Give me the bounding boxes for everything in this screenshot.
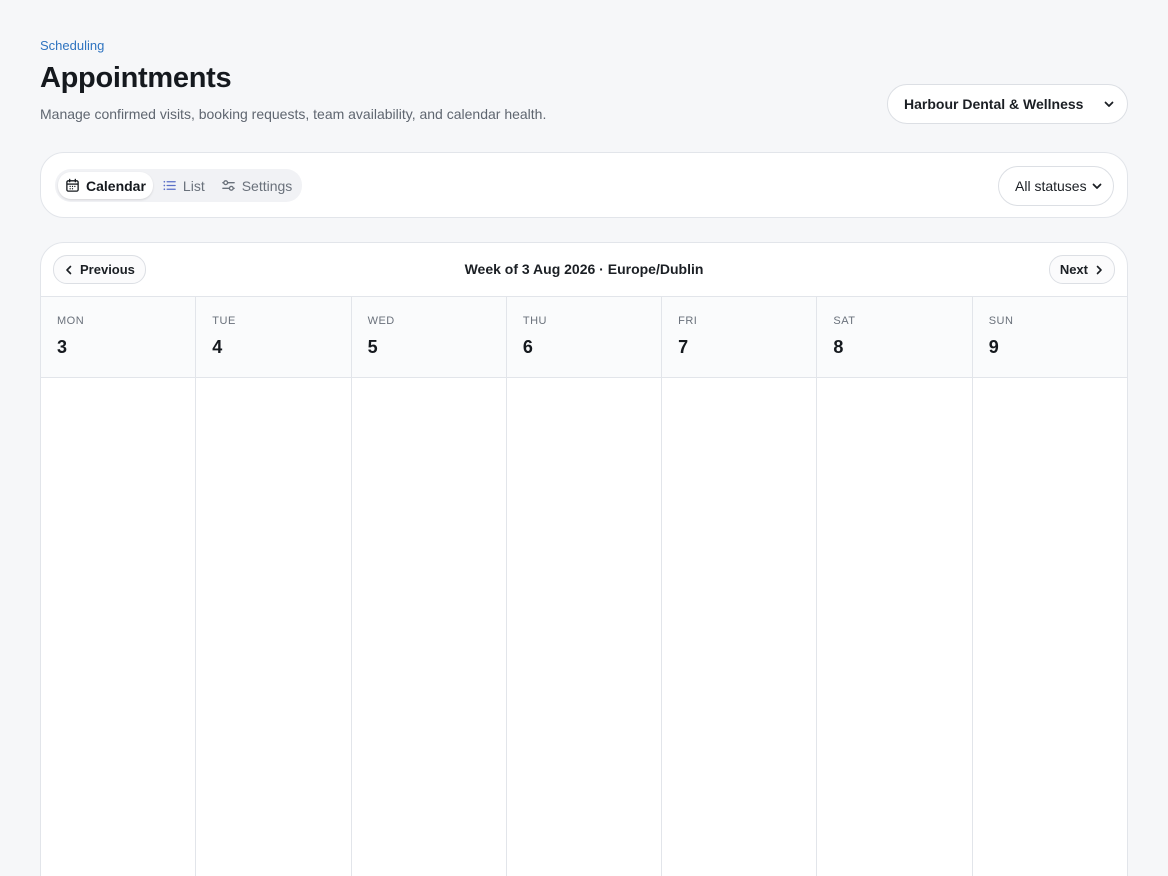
day-column-fri: FRI 7 bbox=[662, 297, 818, 876]
page-subtitle: Manage confirmed visits, booking request… bbox=[40, 106, 547, 122]
day-slot-area[interactable] bbox=[817, 378, 972, 876]
week-title: Week of 3 Aug 2026 · Europe/Dublin bbox=[464, 261, 704, 277]
breadcrumb-scheduling[interactable]: Scheduling bbox=[40, 38, 104, 53]
day-header: MON 3 bbox=[41, 297, 196, 378]
day-number: 4 bbox=[212, 337, 223, 357]
list-icon bbox=[163, 180, 176, 191]
day-of-week: SUN bbox=[988, 315, 1014, 327]
page-title: Appointments bbox=[40, 62, 232, 94]
day-of-week: FRI bbox=[678, 315, 698, 327]
day-column-sat: SAT 8 bbox=[817, 297, 973, 876]
day-columns: MON 3 TUE 4 WED 5 THU 6 FRI 7 SAT 8 SUN … bbox=[41, 297, 1127, 876]
day-column-tue: TUE 4 bbox=[196, 297, 352, 876]
tab-list[interactable]: List bbox=[155, 172, 212, 199]
chevron-down-icon bbox=[1104, 101, 1114, 107]
view-toolbar: Calendar List Settings All statuses bbox=[40, 152, 1128, 218]
day-number: 6 bbox=[522, 337, 533, 357]
day-of-week: TUE bbox=[212, 315, 236, 327]
day-column-mon: MON 3 bbox=[41, 297, 197, 876]
day-header: FRI 7 bbox=[662, 297, 817, 378]
day-column-wed: WED 5 bbox=[351, 297, 507, 876]
day-column-thu: THU 6 bbox=[506, 297, 663, 876]
next-week-label: Next bbox=[1059, 262, 1088, 277]
next-week-button[interactable]: Next bbox=[1048, 255, 1115, 284]
status-filter-select[interactable]: All statuses bbox=[998, 166, 1114, 206]
day-slot-area[interactable] bbox=[506, 378, 662, 876]
chevron-down-icon bbox=[1092, 183, 1102, 189]
day-number: 3 bbox=[57, 337, 68, 357]
calendar-icon bbox=[66, 178, 79, 192]
day-slot-area[interactable] bbox=[196, 378, 351, 876]
tab-calendar[interactable]: Calendar bbox=[58, 172, 153, 199]
tab-settings-label: Settings bbox=[241, 177, 293, 194]
chevron-right-icon bbox=[1096, 265, 1102, 274]
organization-select-value: Harbour Dental & Wellness bbox=[904, 96, 1084, 112]
tab-list-label: List bbox=[182, 177, 205, 194]
day-header: THU 6 bbox=[506, 297, 662, 378]
day-number: 8 bbox=[833, 337, 844, 357]
day-of-week: SAT bbox=[833, 315, 856, 327]
day-slot-area[interactable] bbox=[662, 378, 817, 876]
day-of-week: WED bbox=[367, 315, 395, 327]
day-slot-area[interactable] bbox=[41, 378, 196, 876]
day-column-sun: SUN 9 bbox=[972, 297, 1127, 876]
calendar-header: Previous Week of 3 Aug 2026 · Europe/Dub… bbox=[41, 243, 1127, 297]
view-tabs: Calendar List Settings bbox=[55, 169, 303, 202]
day-number: 5 bbox=[367, 337, 378, 357]
tab-calendar-label: Calendar bbox=[86, 177, 146, 194]
day-header: TUE 4 bbox=[196, 297, 351, 378]
day-number: 7 bbox=[678, 337, 689, 357]
day-header: SAT 8 bbox=[817, 297, 972, 378]
day-slot-area[interactable] bbox=[351, 378, 506, 876]
day-header: SUN 9 bbox=[972, 297, 1127, 378]
tab-settings[interactable]: Settings bbox=[214, 172, 300, 199]
organization-select[interactable]: Harbour Dental & Wellness bbox=[887, 84, 1128, 124]
day-of-week: THU bbox=[522, 315, 547, 327]
day-header: WED 5 bbox=[351, 297, 506, 378]
status-filter-value: All statuses bbox=[1015, 178, 1087, 194]
day-slot-area[interactable] bbox=[972, 378, 1127, 876]
week-calendar: Previous Week of 3 Aug 2026 · Europe/Dub… bbox=[40, 242, 1128, 876]
day-number: 9 bbox=[988, 337, 999, 357]
sliders-icon bbox=[221, 180, 235, 191]
day-of-week: MON bbox=[57, 315, 85, 327]
